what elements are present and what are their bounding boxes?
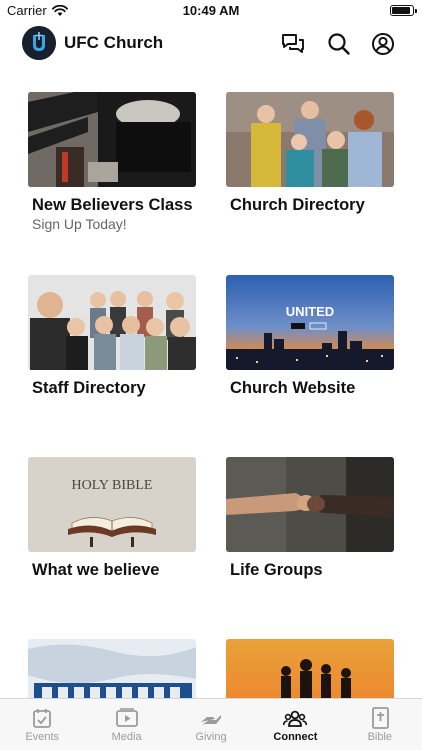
tab-label: Media <box>111 731 142 743</box>
card-new-believers[interactable]: New Believers Class Sign Up Today! <box>28 92 196 232</box>
card-title: Church Website <box>230 379 356 397</box>
status-time: 10:49 AM <box>182 3 240 18</box>
card-title: New Believers Class <box>32 196 193 214</box>
card-image <box>226 457 394 552</box>
tab-label: Connect <box>273 731 318 743</box>
tab-label: Bible <box>367 731 393 743</box>
card-image <box>226 92 394 187</box>
card-title: What we believe <box>32 561 160 579</box>
battery-icon <box>390 5 417 16</box>
profile-icon[interactable] <box>370 31 396 57</box>
tab-label: Events <box>25 731 60 743</box>
card-image: HOLY BIBLE <box>28 457 196 552</box>
card-church-directory[interactable]: Church Directory <box>226 92 394 215</box>
card-image <box>28 275 196 370</box>
tab-giving[interactable]: Giving <box>169 699 253 750</box>
card-title: Church Directory <box>230 196 365 214</box>
tab-bar: Events Media Giving Connect Bible <box>0 698 422 750</box>
card-title: Staff Directory <box>32 379 146 397</box>
card-title: Life Groups <box>230 561 323 579</box>
card-life-groups[interactable]: Life Groups <box>226 457 394 580</box>
bible-icon <box>371 707 389 729</box>
search-icon[interactable] <box>326 31 352 57</box>
app-title: UFC Church <box>64 33 164 52</box>
bible-banner-text: HOLY BIBLE <box>72 478 153 493</box>
card-image: UNITED <box>226 275 394 370</box>
giving-hand-icon <box>201 715 222 725</box>
battery-level <box>392 7 410 14</box>
tab-connect[interactable]: Connect <box>253 699 337 750</box>
card-what-we-believe[interactable]: HOLY BIBLE What we believe <box>28 457 196 580</box>
chat-icon[interactable] <box>280 31 306 57</box>
tab-media[interactable]: Media <box>84 699 168 750</box>
tab-bible[interactable]: Bible <box>338 699 422 750</box>
calendar-check-icon <box>33 709 52 728</box>
website-banner-text: UNITED <box>286 304 334 319</box>
play-icon <box>115 708 138 727</box>
card-subtitle: Sign Up Today! <box>32 216 127 232</box>
church-logo[interactable] <box>22 26 56 60</box>
status-bar: Carrier 10:49 AM <box>0 0 422 22</box>
card-staff-directory[interactable]: Staff Directory <box>28 275 196 398</box>
people-icon <box>283 710 308 727</box>
tab-label: Giving <box>195 731 227 743</box>
card-image <box>28 92 196 187</box>
card-church-website[interactable]: UNITED Church Website <box>226 275 394 398</box>
tab-events[interactable]: Events <box>0 699 84 750</box>
app-header: UFC Church <box>0 24 422 64</box>
